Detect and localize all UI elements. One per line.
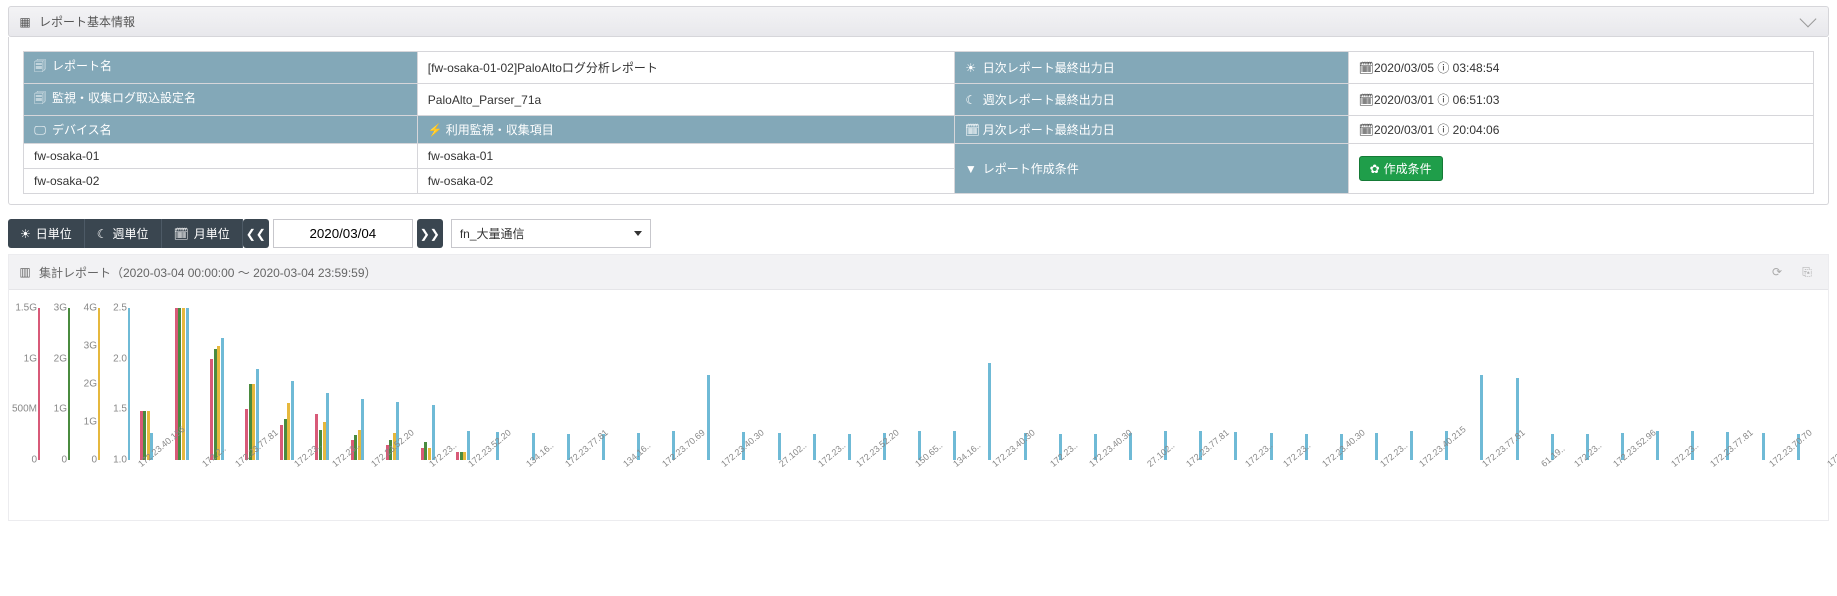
sun-icon: ☀ xyxy=(20,227,31,241)
bar-group xyxy=(797,308,832,460)
report-type-select[interactable]: fn_大量通信 xyxy=(451,219,651,248)
panel-title: レポート基本情報 xyxy=(39,13,135,30)
calendar-icon: 🗓 xyxy=(965,123,977,137)
bar-group xyxy=(902,308,937,460)
gear-icon: ✿ xyxy=(1370,162,1380,176)
device-row-1: fw-osaka-01 xyxy=(24,144,418,169)
refresh-icon: ⟳ xyxy=(1772,265,1782,279)
prev-button[interactable]: ❮❮ xyxy=(243,219,269,248)
info-grid: 🗐レポート名 [fw-osaka-01-02]PaloAltoログ分析レポート … xyxy=(8,37,1829,205)
device-header: 🖵デバイス名 xyxy=(24,116,418,144)
y-axis-s3: 4G3G2G1G0 xyxy=(69,308,99,460)
chart-title: 集計レポート（2020-03-04 00:00:00 ～ 2020-03-04 … xyxy=(39,264,377,281)
info-panel-header[interactable]: ▦ レポート基本情報 xyxy=(8,6,1829,37)
log-setting-header: 🗐監視・収集ログ取込設定名 xyxy=(24,84,418,116)
moon-icon: ☾ xyxy=(965,93,977,107)
bar-group xyxy=(972,308,1007,460)
bar-group xyxy=(1535,308,1570,460)
bar-group xyxy=(340,308,375,460)
calendar-icon: 🗓 xyxy=(1359,93,1371,107)
refresh-button[interactable]: ⟳ xyxy=(1766,261,1788,283)
bar-group xyxy=(937,308,972,460)
create-condition-button[interactable]: ✿ 作成条件 xyxy=(1359,156,1443,181)
calendar-icon: 🗓 xyxy=(174,227,189,241)
device-row-2: fw-osaka-02 xyxy=(24,169,418,194)
y-axis-s2: 3G2G1G0 xyxy=(39,308,69,460)
monitor-icon: 🖵 xyxy=(34,123,46,138)
monthly-value: 🗓 2020/03/01 ⓘ 20:04:06 xyxy=(1348,116,1813,144)
item-row-1: fw-osaka-01 xyxy=(417,144,954,169)
tab-daily-label: 日単位 xyxy=(36,225,72,242)
tab-weekly[interactable]: ☾ 週単位 xyxy=(85,219,162,248)
bar-group xyxy=(1289,308,1324,460)
tab-daily[interactable]: ☀ 日単位 xyxy=(8,219,85,248)
report-name-header: 🗐レポート名 xyxy=(24,52,418,84)
next-button[interactable]: ❯❯ xyxy=(417,219,443,248)
y-axis-s1: 1.5G1G500M0 xyxy=(9,308,39,460)
period-toolbar: ☀ 日単位 ☾ 週単位 🗓 月単位 ❮❮ ❯❯ fn_大量通信 xyxy=(8,219,1829,248)
bar-group xyxy=(305,308,340,460)
chevron-down-icon xyxy=(1800,10,1817,27)
cond-cell: ✿ 作成条件 xyxy=(1348,144,1813,194)
tab-weekly-label: 週単位 xyxy=(113,225,149,242)
forward-icon: ❯❯ xyxy=(420,227,440,241)
bar-group xyxy=(1254,308,1289,460)
moon-icon: ☾ xyxy=(97,227,108,241)
daily-header: ☀日次レポート最終出力日 xyxy=(954,52,1348,84)
chart-body: 1.5G1G500M03G2G1G04G3G2G1G02.52.01.51.0 … xyxy=(9,290,1828,520)
bar-group xyxy=(1043,308,1078,460)
tab-monthly[interactable]: 🗓 月単位 xyxy=(162,219,243,248)
caret-down-icon xyxy=(634,231,642,236)
weekly-header: ☾週次レポート最終出力日 xyxy=(954,84,1348,116)
chart-icon: ▥ xyxy=(19,265,31,279)
daily-value: 🗓 2020/03/05 ⓘ 03:48:54 xyxy=(1348,52,1813,84)
export-icon: ⎘ xyxy=(1802,265,1812,280)
chart-panel-header: ▥ 集計レポート（2020-03-04 00:00:00 ～ 2020-03-0… xyxy=(9,255,1828,290)
calendar-icon: 🗓 xyxy=(1359,61,1371,75)
sun-icon: ☀ xyxy=(965,61,977,75)
bar-group xyxy=(551,308,586,460)
bar-group xyxy=(1570,308,1605,460)
bar-group xyxy=(445,308,480,460)
report-type-value: fn_大量通信 xyxy=(460,225,525,242)
filter-icon: ▼ xyxy=(965,162,977,176)
doc-icon: 🗐 xyxy=(34,89,46,110)
log-setting-value: PaloAlto_Parser_71a xyxy=(417,84,954,116)
bar-group xyxy=(199,308,234,460)
item-header: ⚡利用監視・収集項目 xyxy=(417,116,954,144)
y-axis-s4: 2.52.01.51.0 xyxy=(99,308,129,460)
bar-group xyxy=(621,308,656,460)
tab-monthly-label: 月単位 xyxy=(194,225,230,242)
list-icon: ▦ xyxy=(19,15,31,29)
bolt-icon: ⚡ xyxy=(428,123,440,137)
calendar-icon: 🗓 xyxy=(1359,123,1371,137)
rewind-icon: ❮❮ xyxy=(246,227,266,241)
doc-icon: 🗐 xyxy=(34,57,46,78)
item-row-2: fw-osaka-02 xyxy=(417,169,954,194)
create-condition-label: 作成条件 xyxy=(1384,160,1432,177)
weekly-value: 🗓 2020/03/01 ⓘ 06:51:03 xyxy=(1348,84,1813,116)
cond-header: ▼レポート作成条件 xyxy=(954,144,1348,194)
report-name-value: [fw-osaka-01-02]PaloAltoログ分析レポート xyxy=(417,52,954,84)
export-button[interactable]: ⎘ xyxy=(1796,261,1818,283)
bar-group xyxy=(1675,308,1710,460)
monthly-header: 🗓月次レポート最終出力日 xyxy=(954,116,1348,144)
date-input[interactable] xyxy=(273,219,413,248)
